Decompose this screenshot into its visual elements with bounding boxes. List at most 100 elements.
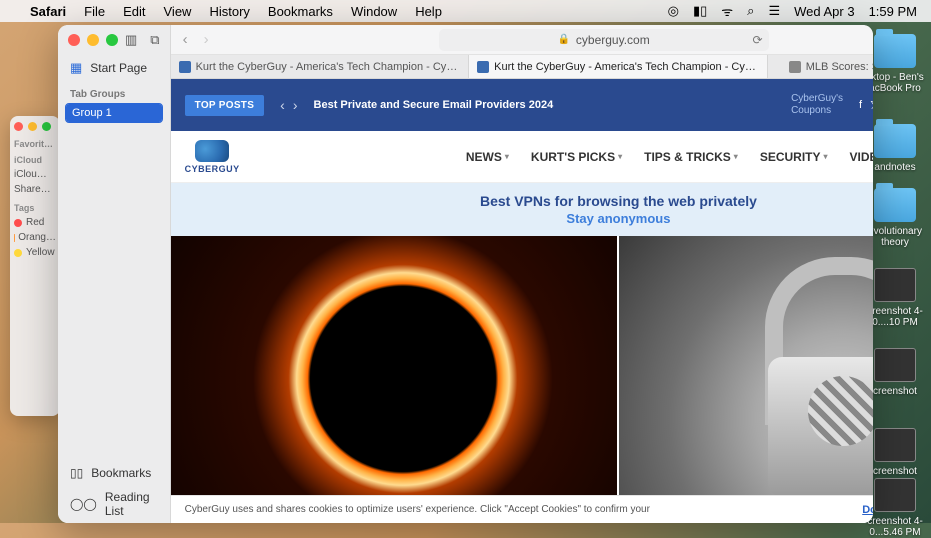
menu-history[interactable]: History	[209, 4, 249, 19]
chevron-down-icon: ▾	[618, 152, 622, 161]
nav-news[interactable]: NEWS▾	[466, 150, 509, 164]
image-thumb-icon	[874, 478, 916, 512]
menu-edit[interactable]: Edit	[123, 4, 145, 19]
promo-banner[interactable]: Best VPNs for browsing the web privately…	[171, 183, 873, 236]
site-topbar: TOP POSTS ‹ › Best Private and Secure Em…	[171, 79, 873, 131]
control-center-icon[interactable]: ☰	[768, 3, 780, 19]
sidebar-start-page[interactable]: ▦ Start Page	[58, 55, 170, 81]
window-minimize-icon[interactable]	[28, 122, 37, 131]
lock-icon: 🔒	[557, 34, 569, 45]
browser-tab-active[interactable]: Kurt the CyberGuy - America's Tech Champ…	[469, 55, 768, 78]
nav-tips[interactable]: TIPS & TRICKS▾	[644, 150, 738, 164]
window-minimize-icon[interactable]	[87, 34, 99, 46]
image-thumb-icon	[874, 428, 916, 462]
desktop-icon-label: creenshot	[865, 466, 925, 477]
desktop-folder[interactable]: andnotes	[865, 124, 925, 173]
sidebar-heading-tabgroups: Tab Groups	[58, 85, 170, 102]
safari-toolbar: ‹ › 🔒 cyberguy.com ⟳ ⇪ ＋ ⧉	[171, 25, 873, 55]
app-menu[interactable]: Safari	[30, 4, 66, 19]
chevron-down-icon: ▾	[824, 152, 828, 161]
sidebar-tabgroup-row[interactable]	[58, 102, 170, 124]
safari-sidebar: ▥ ⧉ ▦ Start Page Tab Groups ▯▯ Bookmarks…	[58, 25, 171, 523]
menu-bookmarks[interactable]: Bookmarks	[268, 4, 333, 19]
article-tile-eclipse[interactable]	[171, 236, 618, 496]
chevron-down-icon: ▾	[505, 152, 509, 161]
logo-mark-icon	[195, 140, 229, 162]
safari-tabbar: Kurt the CyberGuy - America's Tech Champ…	[171, 55, 873, 79]
site-logo[interactable]: CYBERGUY	[185, 140, 240, 174]
next-post-icon[interactable]: ›	[293, 97, 298, 113]
sidebar-toggle-icon[interactable]: ▥	[125, 32, 137, 48]
folder-icon	[874, 34, 916, 68]
forward-button[interactable]: ›	[200, 31, 213, 48]
back-button[interactable]: ‹	[179, 31, 192, 48]
battery-icon[interactable]: ▮▯	[693, 3, 707, 19]
menubar-date[interactable]: Wed Apr 3	[794, 4, 854, 19]
x-icon[interactable]: 𝕏	[870, 99, 873, 112]
new-tab-group-icon[interactable]: ⧉	[150, 32, 159, 48]
folder-icon	[874, 124, 916, 158]
favicon-icon	[789, 61, 801, 73]
tab-title: Kurt the CyberGuy - America's Tech Champ…	[196, 61, 461, 73]
window-zoom-icon[interactable]	[42, 122, 51, 131]
wifi-icon[interactable]: ᯤ	[721, 2, 733, 20]
finder-tag-orange[interactable]: Orang…	[14, 230, 56, 245]
hero-grid	[171, 236, 873, 496]
desktop-folder[interactable]: evolutionary theory	[865, 188, 925, 248]
address-bar[interactable]: 🔒 cyberguy.com ⟳	[439, 29, 769, 51]
page-content: TOP POSTS ‹ › Best Private and Secure Em…	[171, 79, 873, 523]
desktop-screenshot[interactable]: creenshot	[865, 348, 925, 397]
top-headline-link[interactable]: Best Private and Secure Email Providers …	[314, 99, 554, 111]
cookie-text: CyberGuy uses and shares cookies to opti…	[185, 504, 650, 515]
coupons-link[interactable]: CyberGuy's Coupons	[791, 93, 843, 117]
status-app-icon[interactable]: ◎	[668, 3, 679, 19]
browser-tab[interactable]: MLB Scores: Scoreboard, Results and High…	[768, 55, 873, 78]
prev-post-icon[interactable]: ‹	[280, 97, 285, 113]
sidebar-bookmarks[interactable]: ▯▯ Bookmarks	[58, 461, 170, 485]
finder-sidebar-panel: Favorit… iCloud iClou… Share… Tags Red O…	[10, 116, 60, 416]
top-posts-badge[interactable]: TOP POSTS	[185, 95, 265, 116]
do-not-sell-link[interactable]: Do Not Sell My Personal Information	[862, 504, 873, 516]
promo-line1: Best VPNs for browsing the web privately	[171, 193, 873, 209]
facebook-icon[interactable]: f	[859, 99, 862, 112]
finder-tag-yellow[interactable]: Yellow	[14, 245, 56, 260]
window-zoom-icon[interactable]	[106, 34, 118, 46]
nav-videos[interactable]: VIDEOS	[850, 150, 873, 164]
cookie-banner: CyberGuy uses and shares cookies to opti…	[171, 495, 873, 523]
reload-icon[interactable]: ⟳	[753, 33, 763, 47]
globe-icon	[808, 376, 873, 446]
nav-security[interactable]: SECURITY▾	[760, 150, 828, 164]
sidebar-item-label: Bookmarks	[91, 466, 151, 480]
desktop-icon-label: evolutionary theory	[865, 226, 925, 248]
window-close-icon[interactable]	[68, 34, 80, 46]
browser-tab[interactable]: Kurt the CyberGuy - America's Tech Champ…	[171, 55, 470, 78]
desktop-folder[interactable]: sktop - Ben's acBook Pro	[865, 34, 925, 94]
safari-window: ▥ ⧉ ▦ Start Page Tab Groups ▯▯ Bookmarks…	[58, 25, 873, 523]
menu-file[interactable]: File	[84, 4, 105, 19]
desktop-icon-label: creenshot 4-0...5.46 PM	[865, 516, 925, 538]
menu-view[interactable]: View	[164, 4, 192, 19]
desktop-screenshot[interactable]: creenshot	[865, 428, 925, 477]
desktop-screenshot[interactable]: creenshot 4-0...5.46 PM	[865, 478, 925, 538]
finder-item-icloud[interactable]: iClou…	[14, 167, 56, 182]
sidebar-item-label: Start Page	[90, 61, 147, 75]
menubar-time[interactable]: 1:59 PM	[869, 4, 917, 19]
site-navbar: CYBERGUY NEWS▾ KURT'S PICKS▾ TIPS & TRIC…	[171, 131, 873, 183]
menu-help[interactable]: Help	[415, 4, 442, 19]
finder-item-shared[interactable]: Share…	[14, 182, 56, 197]
spotlight-icon[interactable]: ⌕	[747, 3, 754, 19]
finder-tag-red[interactable]: Red	[14, 215, 56, 230]
tabgroup-name-input[interactable]	[66, 104, 162, 122]
url-text: cyberguy.com	[576, 33, 650, 47]
nav-picks[interactable]: KURT'S PICKS▾	[531, 150, 622, 164]
desktop-screenshot[interactable]: creenshot 4-0....10 PM	[865, 268, 925, 328]
tab-title: Kurt the CyberGuy - America's Tech Champ…	[494, 61, 759, 73]
folder-icon	[874, 188, 916, 222]
image-thumb-icon	[874, 348, 916, 382]
sidebar-reading-list[interactable]: ◯◯ Reading List	[58, 485, 170, 523]
desktop-icon-label: creenshot	[865, 386, 925, 397]
article-tile-security[interactable]	[619, 236, 873, 496]
window-close-icon[interactable]	[14, 122, 23, 131]
menu-window[interactable]: Window	[351, 4, 397, 19]
promo-line2: Stay anonymous	[171, 211, 873, 226]
